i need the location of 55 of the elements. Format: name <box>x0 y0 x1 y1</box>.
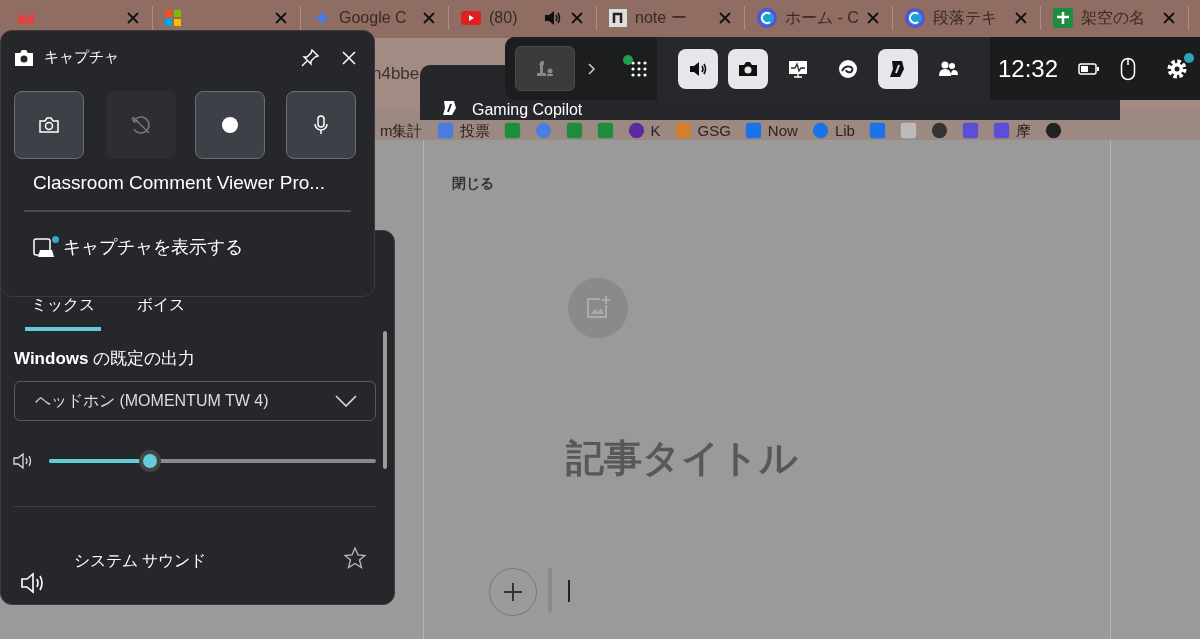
browser-tab[interactable]: (80) <box>449 6 597 30</box>
c-icon <box>905 8 925 28</box>
slider-thumb[interactable] <box>139 450 162 472</box>
c-icon <box>757 8 777 28</box>
capture-button[interactable] <box>195 91 265 159</box>
toolbar-button[interactable] <box>728 48 768 89</box>
text-cursor <box>568 580 570 602</box>
section-label: Windows の既定の出力 <box>14 348 196 370</box>
battery-icon <box>1078 62 1101 75</box>
plus-icon <box>1053 8 1073 28</box>
bookmark[interactable]: m集計 <box>380 121 423 140</box>
play-icon <box>461 11 481 25</box>
browser-tab[interactable]: ホーム - C <box>745 6 893 30</box>
app-tile[interactable] <box>515 46 575 91</box>
image-plus-icon <box>585 295 611 321</box>
close-link[interactable]: 閉じる <box>452 173 494 194</box>
bookmark[interactable]: Lib <box>811 121 855 140</box>
speaker-icon[interactable] <box>544 10 562 26</box>
clock-time: 12:32 <box>998 53 1059 84</box>
app-name: システム サウンド <box>74 551 207 571</box>
camera-icon <box>14 48 34 67</box>
title-field[interactable]: 記事タイトル <box>566 430 1046 486</box>
toolbar-button[interactable] <box>678 48 718 89</box>
mouse-icon <box>1120 56 1137 81</box>
widget-title: キャプチャ <box>44 47 120 68</box>
bookmark[interactable]: 摩 <box>992 121 1031 140</box>
bookmark[interactable]: 投票 <box>436 121 490 140</box>
n-icon <box>609 9 627 27</box>
widget-title: Gaming Copilot <box>472 101 583 118</box>
browser-tab[interactable]: 架空の名 <box>1041 6 1189 30</box>
plus-icon <box>503 582 523 602</box>
chevron-right-icon[interactable] <box>587 61 597 76</box>
app-name: Classroom Comment Viewer Pro... <box>32 171 327 195</box>
chevron-down-icon <box>335 395 357 407</box>
squares-icon <box>165 10 181 26</box>
star-icon <box>313 9 331 27</box>
bookmark[interactable]: Now <box>744 121 798 140</box>
show-captures-button[interactable]: キャプチャを表示する <box>33 233 243 261</box>
grid-icon <box>631 60 647 77</box>
tab[interactable]: ボイス <box>131 293 191 331</box>
browser-tab[interactable]: note ー <box>597 6 745 30</box>
browser-tab[interactable]: 段落テキ <box>893 6 1041 30</box>
toolbar-button[interactable] <box>878 48 918 89</box>
history-slash-icon <box>129 113 153 137</box>
mail-icon <box>17 11 35 25</box>
bookmark[interactable]: GSG <box>674 121 731 140</box>
pin-icon[interactable] <box>300 47 320 68</box>
volume-slider[interactable] <box>49 450 376 472</box>
settings-icon <box>1166 57 1189 80</box>
device-dropdown[interactable]: ヘッドホン (MOMENTUM TW 4) <box>14 381 376 421</box>
scrollbar[interactable] <box>383 331 387 469</box>
capture-button[interactable] <box>14 91 84 159</box>
swirl-icon <box>837 57 859 80</box>
star-icon[interactable] <box>344 547 366 569</box>
bookmark[interactable]: K <box>627 121 661 140</box>
